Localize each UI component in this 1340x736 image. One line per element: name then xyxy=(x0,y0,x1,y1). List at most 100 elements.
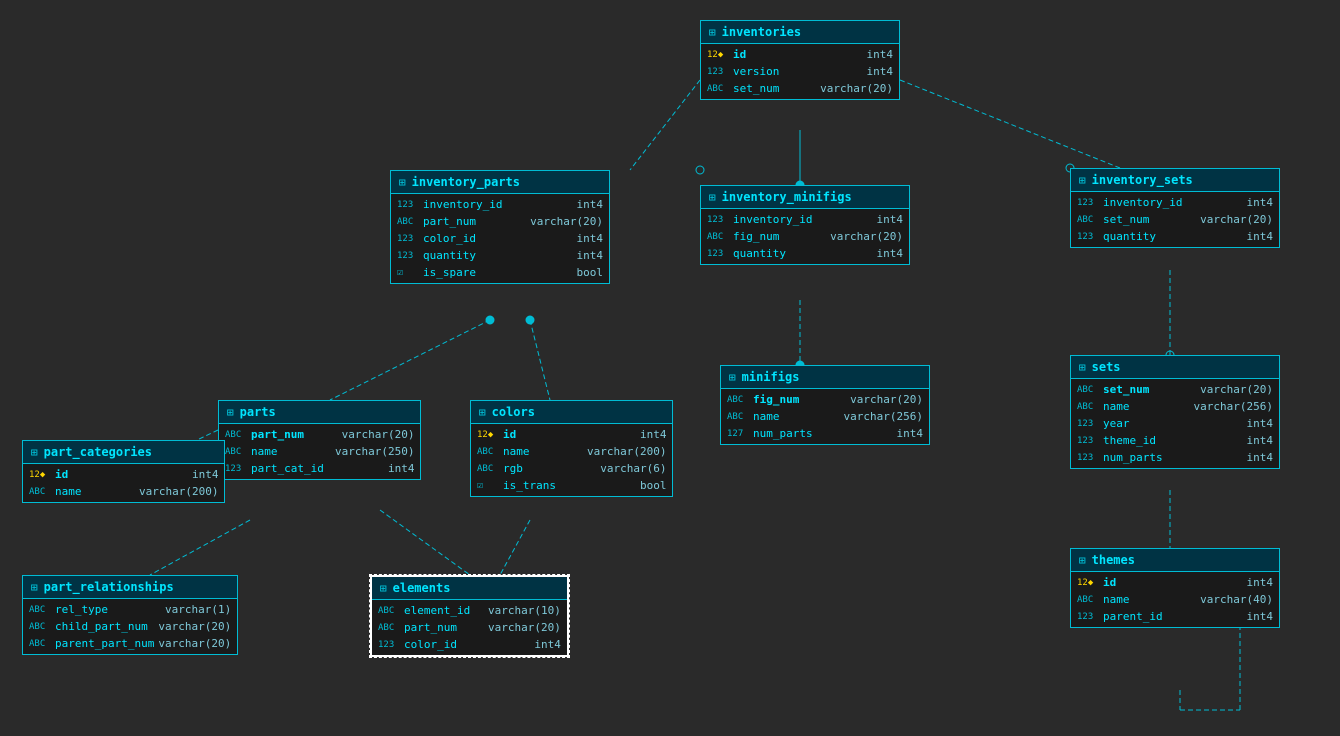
table-row: ABC part_num varchar(20) xyxy=(391,213,609,230)
field-name: is_trans xyxy=(503,479,583,492)
field-name: set_num xyxy=(1103,383,1183,396)
table-row: ABC part_num varchar(20) xyxy=(219,426,420,443)
table-icon: ⊞ xyxy=(479,406,486,419)
field-type: varchar(20) xyxy=(158,637,231,650)
table-parts[interactable]: ⊞ parts ABC part_num varchar(20) ABC nam… xyxy=(218,400,421,480)
type-icon: ABC xyxy=(378,623,400,633)
table-row: 123 quantity int4 xyxy=(701,245,909,262)
table-row: ABC parent_part_num varchar(20) xyxy=(23,635,237,652)
field-name: rgb xyxy=(503,462,583,475)
type-icon: ABC xyxy=(378,606,400,616)
table-row: 123 parent_id int4 xyxy=(1071,608,1279,625)
table-part-categories-header: ⊞ part_categories xyxy=(23,441,224,464)
field-type: varchar(200) xyxy=(587,445,666,458)
table-inventory-minifigs-body: 123 inventory_id int4 ABC fig_num varcha… xyxy=(701,209,909,264)
table-part-categories-body: 12◆ id int4 ABC name varchar(200) xyxy=(23,464,224,502)
table-inventories[interactable]: ⊞ inventories 12◆ id int4 123 version in… xyxy=(700,20,900,100)
field-name: is_spare xyxy=(423,266,503,279)
table-row: ABC rel_type varchar(1) xyxy=(23,601,237,618)
table-inventory-sets[interactable]: ⊞ inventory_sets 123 inventory_id int4 A… xyxy=(1070,168,1280,248)
field-name: year xyxy=(1103,417,1183,430)
table-part-relationships[interactable]: ⊞ part_relationships ABC rel_type varcha… xyxy=(22,575,238,655)
field-name: name xyxy=(503,445,583,458)
type-icon: ABC xyxy=(727,395,749,405)
table-inventories-body: 12◆ id int4 123 version int4 ABC set_num… xyxy=(701,44,899,99)
table-elements-header: ⊞ elements xyxy=(372,577,567,600)
table-row: 12◆ id int4 xyxy=(23,466,224,483)
field-type: int4 xyxy=(1247,451,1274,464)
field-name: id xyxy=(55,468,135,481)
table-sets[interactable]: ⊞ sets ABC set_num varchar(20) ABC name … xyxy=(1070,355,1280,469)
table-icon: ⊞ xyxy=(709,26,716,39)
table-part-categories-title: part_categories xyxy=(44,445,152,459)
field-name: id xyxy=(733,48,813,61)
field-type: varchar(20) xyxy=(530,215,603,228)
field-type: int4 xyxy=(1247,417,1274,430)
field-name: quantity xyxy=(423,249,503,262)
table-minifigs-body: ABC fig_num varchar(20) ABC name varchar… xyxy=(721,389,929,444)
table-row: 123 inventory_id int4 xyxy=(701,211,909,228)
field-name: set_num xyxy=(1103,213,1183,226)
table-inventory-sets-header: ⊞ inventory_sets xyxy=(1071,169,1279,192)
table-row: 127 num_parts int4 xyxy=(721,425,929,442)
table-themes[interactable]: ⊞ themes 12◆ id int4 ABC name varchar(40… xyxy=(1070,548,1280,628)
table-inventory-parts[interactable]: ⊞ inventory_parts 123 inventory_id int4 … xyxy=(390,170,610,284)
table-part-relationships-body: ABC rel_type varchar(1) ABC child_part_n… xyxy=(23,599,237,654)
field-name: version xyxy=(733,65,813,78)
table-colors-header: ⊞ colors xyxy=(471,401,672,424)
table-elements-body: ABC element_id varchar(10) ABC part_num … xyxy=(372,600,567,655)
table-row: ABC name varchar(256) xyxy=(721,408,929,425)
field-name: theme_id xyxy=(1103,434,1183,447)
table-icon: ⊞ xyxy=(1079,554,1086,567)
table-icon: ⊞ xyxy=(1079,361,1086,374)
type-icon: 123 xyxy=(1077,232,1099,242)
table-colors[interactable]: ⊞ colors 12◆ id int4 ABC name varchar(20… xyxy=(470,400,673,497)
table-row: ABC set_num varchar(20) xyxy=(1071,381,1279,398)
field-name: name xyxy=(1103,400,1183,413)
type-icon: ABC xyxy=(1077,385,1099,395)
field-name: name xyxy=(251,445,331,458)
table-sets-body: ABC set_num varchar(20) ABC name varchar… xyxy=(1071,379,1279,468)
field-type: int4 xyxy=(388,462,415,475)
table-inventory-parts-title: inventory_parts xyxy=(412,175,520,189)
field-type: varchar(256) xyxy=(844,410,923,423)
type-icon: ABC xyxy=(1077,402,1099,412)
table-row: ABC name varchar(200) xyxy=(471,443,672,460)
table-icon: ⊞ xyxy=(729,371,736,384)
table-icon: ⊞ xyxy=(1079,174,1086,187)
table-part-categories[interactable]: ⊞ part_categories 12◆ id int4 ABC name v… xyxy=(22,440,225,503)
field-type: varchar(256) xyxy=(1194,400,1273,413)
type-icon: 123 xyxy=(397,251,419,261)
table-row: ABC set_num varchar(20) xyxy=(701,80,899,97)
field-name: part_num xyxy=(404,621,484,634)
field-name: child_part_num xyxy=(55,620,148,633)
table-elements[interactable]: ⊞ elements ABC element_id varchar(10) AB… xyxy=(370,575,569,657)
checkbox-icon: ☑ xyxy=(397,267,419,278)
field-name: id xyxy=(1103,576,1183,589)
table-minifigs-title: minifigs xyxy=(742,370,800,384)
field-type: bool xyxy=(577,266,604,279)
table-row: 123 part_cat_id int4 xyxy=(219,460,420,477)
table-inventories-title: inventories xyxy=(722,25,801,39)
table-themes-body: 12◆ id int4 ABC name varchar(40) 123 par… xyxy=(1071,572,1279,627)
field-name: part_num xyxy=(251,428,331,441)
table-sets-header: ⊞ sets xyxy=(1071,356,1279,379)
field-name: set_num xyxy=(733,82,813,95)
table-inventory-sets-title: inventory_sets xyxy=(1092,173,1193,187)
field-type: varchar(20) xyxy=(850,393,923,406)
checkbox-icon: ☑ xyxy=(477,480,499,491)
pk-icon: 12◆ xyxy=(1077,578,1099,588)
diagram-canvas[interactable]: ⊞ inventories 12◆ id int4 123 version in… xyxy=(0,0,1340,736)
field-type: int4 xyxy=(534,638,561,651)
table-row: ABC rgb varchar(6) xyxy=(471,460,672,477)
field-type: int4 xyxy=(1247,196,1274,209)
table-minifigs[interactable]: ⊞ minifigs ABC fig_num varchar(20) ABC n… xyxy=(720,365,930,445)
field-type: varchar(6) xyxy=(600,462,666,475)
table-row: ABC name varchar(200) xyxy=(23,483,224,500)
table-icon: ⊞ xyxy=(31,446,38,459)
table-inventory-minifigs[interactable]: ⊞ inventory_minifigs 123 inventory_id in… xyxy=(700,185,910,265)
field-name: quantity xyxy=(733,247,813,260)
table-row: ABC set_num varchar(20) xyxy=(1071,211,1279,228)
table-row: 123 inventory_id int4 xyxy=(1071,194,1279,211)
table-themes-header: ⊞ themes xyxy=(1071,549,1279,572)
